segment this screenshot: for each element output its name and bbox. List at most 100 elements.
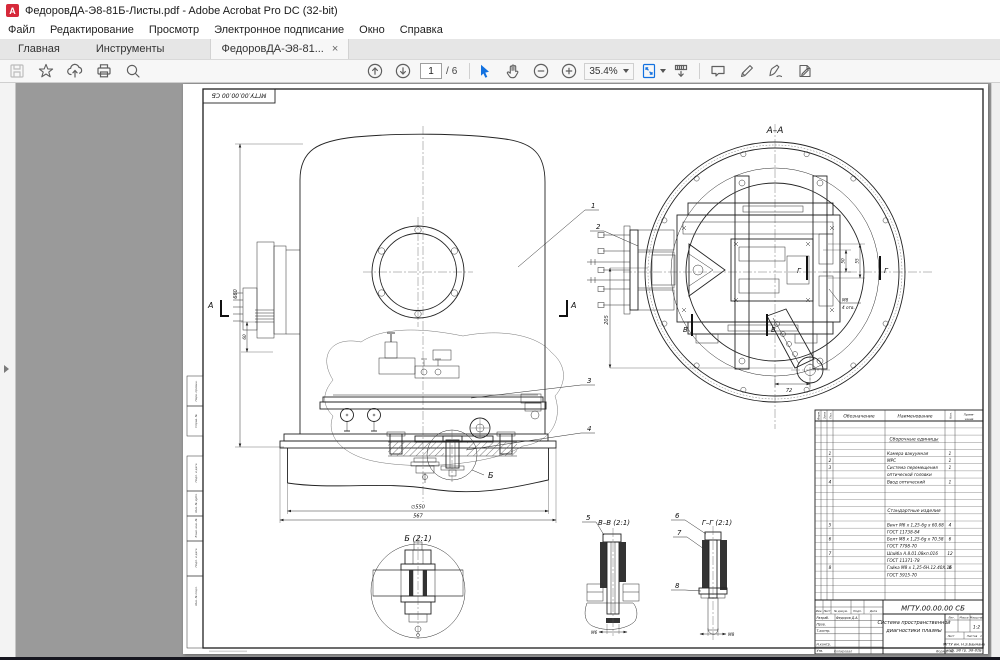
svg-text:Н.контр.: Н.контр.	[817, 642, 831, 646]
zoom-in-icon[interactable]	[560, 62, 578, 80]
svg-text:Лист: Лист	[822, 609, 830, 613]
zoom-out-icon[interactable]	[532, 62, 550, 80]
svg-text:чание: чание	[965, 417, 974, 421]
svg-text:5: 5	[586, 514, 591, 522]
svg-text:1: 1	[980, 634, 982, 638]
svg-text:МРС: МРС	[887, 458, 896, 463]
tab-tools[interactable]: Инструменты	[78, 39, 183, 59]
menu-file[interactable]: Файл	[8, 24, 35, 36]
svg-text:4: 4	[949, 522, 952, 527]
detail-b-ref-label: Б	[488, 471, 494, 480]
spec-section-units: Сборочные единицы	[890, 437, 939, 443]
svg-text:Лит.: Лит.	[947, 616, 955, 620]
star-favorites-icon[interactable]	[37, 62, 55, 80]
svg-text:Г: Г	[884, 267, 889, 275]
spec-section-std: Стандартные изделия	[887, 508, 941, 514]
page-up-icon[interactable]	[366, 62, 384, 80]
svg-text:оптической головки: оптической головки	[887, 472, 932, 477]
svg-text:В: В	[771, 326, 776, 334]
svg-text:Система перемещения: Система перемещения	[887, 465, 938, 470]
menu-window[interactable]: Окно	[359, 24, 385, 36]
menu-help[interactable]: Справка	[400, 24, 443, 36]
svg-text:4 отв.: 4 отв.	[842, 305, 855, 310]
save-icon[interactable]	[8, 62, 26, 80]
svg-text:М6: М6	[591, 630, 598, 635]
menu-edit[interactable]: Редактирование	[50, 24, 134, 36]
svg-text:3: 3	[829, 465, 832, 470]
side-flange	[233, 242, 300, 338]
tab-home[interactable]: Главная	[0, 39, 78, 59]
svg-text:ГОСТ 5915-70: ГОСТ 5915-70	[887, 572, 917, 577]
svg-text:ГОСТ 11371-78: ГОСТ 11371-78	[887, 558, 920, 563]
comment-icon[interactable]	[709, 62, 727, 80]
svg-text:55: 55	[855, 258, 860, 264]
svg-text:Наименование: Наименование	[898, 414, 933, 420]
menu-view[interactable]: Просмотр	[149, 24, 199, 36]
svg-text:∅550: ∅550	[411, 505, 425, 511]
tab-document-label: ФедоровДА-Э8-81...	[221, 43, 323, 55]
detail-vv-title: В–В (2:1)	[598, 519, 630, 527]
svg-text:Подп. и дата: Подп. и дата	[194, 548, 198, 567]
svg-text:50: 50	[841, 258, 846, 264]
scroll-mode-icon[interactable]	[672, 62, 690, 80]
page-count-label: /6	[446, 66, 457, 77]
svg-text:2: 2	[596, 223, 601, 231]
breakout-boundary	[325, 330, 564, 465]
svg-text:М8: М8	[842, 298, 849, 303]
page-down-icon[interactable]	[394, 62, 412, 80]
fit-page-caret[interactable]	[660, 69, 666, 73]
svg-text:Перв. примен.: Перв. примен.	[194, 380, 198, 401]
corner-stamp: МГТУ.00.00.00 СБ	[212, 92, 267, 99]
svg-text:205: 205	[604, 315, 610, 325]
document-area: МГТУ.00.00.00 СБ Перв. примен. Справ. № …	[0, 83, 1000, 657]
svg-text:72: 72	[786, 388, 792, 394]
svg-text:4: 4	[587, 425, 591, 433]
search-icon[interactable]	[124, 62, 142, 80]
hand-tool-icon[interactable]	[504, 62, 522, 80]
print-icon[interactable]	[95, 62, 113, 80]
positioning-mechanism	[320, 333, 546, 483]
expand-panel-icon[interactable]	[4, 365, 9, 373]
title-bar: A ФедоровДА-Э8-81Б-Листы.pdf - Adobe Acr…	[0, 0, 1000, 21]
vertical-scrollbar[interactable]	[991, 83, 1000, 657]
zoom-level-dropdown[interactable]: 35.4%	[584, 63, 633, 80]
svg-text:Ввод оптический: Ввод оптический	[887, 479, 925, 484]
svg-text:4: 4	[829, 479, 832, 484]
share-upload-icon[interactable]	[66, 62, 84, 80]
svg-text:№ докум.: № докум.	[833, 609, 848, 613]
sign-icon[interactable]	[767, 62, 785, 80]
menu-bar: Файл Редактирование Просмотр Электронное…	[0, 21, 1000, 39]
callouts-front: 1 2 3 4	[466, 202, 638, 450]
svg-text:1: 1	[949, 465, 952, 470]
detail-vv-view: В–В (2:1) 5 М6	[582, 514, 639, 636]
navigation-pane-collapsed[interactable]	[0, 83, 16, 657]
select-arrow-icon[interactable]	[476, 62, 494, 80]
svg-text:Зона: Зона	[823, 412, 827, 419]
svg-text:2: 2	[829, 458, 832, 463]
svg-text:Камера вакуумная: Камера вакуумная	[887, 451, 929, 456]
svg-text:Федоров Д.А.: Федоров Д.А.	[836, 616, 858, 620]
toolbar: 1 /6 35.4%	[0, 60, 1000, 83]
svg-text:1: 1	[949, 479, 952, 484]
optical-feedthrough	[587, 226, 675, 314]
svg-text:1: 1	[949, 458, 952, 463]
menu-esign[interactable]: Электронное подписание	[214, 24, 344, 36]
svg-text:Дата: Дата	[869, 609, 878, 613]
fit-page-icon[interactable]	[640, 62, 658, 80]
svg-text:Г: Г	[797, 267, 802, 275]
page-number-input[interactable]: 1	[420, 63, 442, 79]
footer-note-smudge	[209, 651, 247, 653]
stamp-tools-icon[interactable]	[796, 62, 814, 80]
svg-text:Кол.: Кол.	[949, 412, 953, 418]
svg-text:Масса: Масса	[960, 616, 969, 620]
pencil-highlight-icon[interactable]	[738, 62, 756, 80]
pdf-page: МГТУ.00.00.00 СБ Перв. примен. Справ. № …	[183, 84, 988, 654]
svg-text:Подп.: Подп.	[853, 609, 862, 613]
section-aa-view: А–А	[587, 124, 933, 429]
tab-close-icon[interactable]: ×	[332, 43, 338, 55]
svg-text:А: А	[570, 301, 576, 310]
tab-document[interactable]: ФедоровДА-Э8-81... ×	[210, 39, 349, 59]
svg-text:1: 1	[949, 451, 952, 456]
org-line-2: каф. Э8 гр. Э8-81Б	[946, 649, 982, 653]
svg-text:60: 60	[242, 334, 247, 340]
